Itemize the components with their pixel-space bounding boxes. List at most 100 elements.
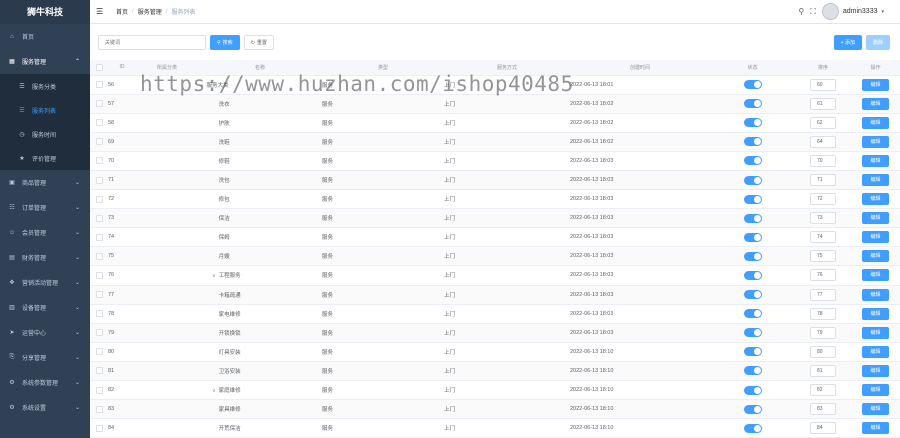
table-row[interactable]: 80 ∨灯具安装服务上门2022-06-13 18:10 80 编辑 [90, 342, 900, 362]
expand-icon[interactable]: ∨ [212, 388, 216, 394]
edit-button[interactable]: 编辑 [862, 250, 889, 263]
status-toggle[interactable] [743, 194, 762, 204]
row-checkbox[interactable] [95, 348, 103, 356]
sort-input[interactable]: 84 [810, 422, 836, 435]
sort-input[interactable]: 71 [810, 174, 836, 187]
status-toggle[interactable] [743, 270, 762, 280]
row-checkbox[interactable] [95, 176, 103, 184]
table-row[interactable]: 75 ∨月嫂服务上门2022-06-13 18:03 75 编辑 [90, 246, 900, 267]
search-icon[interactable]: ⚲ [798, 7, 804, 16]
status-toggle[interactable] [743, 347, 762, 357]
table-row[interactable]: 69 ∨洗鞋服务上门2022-06-13 18:02 64 编辑 [90, 132, 900, 152]
checkbox[interactable] [95, 63, 103, 71]
edit-button[interactable]: 编辑 [862, 135, 889, 148]
sidebar-subitem[interactable]: ★ 评价管理 [0, 146, 90, 170]
row-checkbox[interactable] [95, 252, 103, 260]
status-toggle[interactable] [743, 366, 762, 376]
sidebar-item[interactable]: ▥ 设备管理 ⌄ [0, 295, 90, 320]
row-checkbox[interactable] [95, 405, 103, 413]
table-row[interactable]: 70 ∨修鞋服务上门2022-06-13 18:03 70 编辑 [90, 151, 900, 171]
sidebar-item[interactable]: ☺ 会员管理 ⌄ [0, 220, 90, 245]
row-checkbox[interactable] [95, 329, 103, 337]
edit-button[interactable]: 编辑 [862, 116, 889, 129]
fullscreen-icon[interactable]: ⛶ [810, 7, 816, 17]
edit-button[interactable]: 编辑 [862, 384, 889, 397]
edit-button[interactable]: 编辑 [862, 269, 889, 282]
row-checkbox[interactable] [95, 100, 103, 108]
table-row[interactable]: 79 ∨开锁换锁服务上门2022-06-13 18:03 79 编辑 [90, 323, 900, 343]
row-checkbox[interactable] [95, 310, 103, 318]
table-row[interactable]: 76 ∨ 工程服务 服务 上门 2022-06-13 18:03 76 编辑 [90, 265, 900, 286]
row-checkbox[interactable] [95, 119, 103, 127]
table-row[interactable]: 81 ∨卫浴安装服务上门2022-06-13 18:10 81 编辑 [90, 361, 900, 382]
status-toggle[interactable] [743, 213, 762, 223]
sidebar-item[interactable]: ▤ 财务管理 ⌄ [0, 245, 90, 270]
status-toggle[interactable] [743, 80, 762, 90]
row-checkbox[interactable] [95, 233, 103, 241]
row-checkbox[interactable] [95, 386, 103, 394]
sort-input[interactable]: 81 [810, 364, 836, 377]
status-toggle[interactable] [743, 99, 762, 109]
sort-input[interactable]: 60 [810, 78, 836, 91]
sidebar-item[interactable]: ▣ 商品管理 ⌄ [0, 170, 90, 195]
reset-button[interactable]: ↻ 重置 [243, 35, 274, 50]
sort-input[interactable]: 82 [810, 384, 836, 397]
row-checkbox[interactable] [95, 214, 103, 222]
sidebar-item[interactable]: ⚙ 系统设置 ⌄ [0, 395, 90, 420]
status-toggle[interactable] [743, 156, 762, 166]
sort-input[interactable]: 74 [810, 231, 836, 244]
edit-button[interactable]: 编辑 [862, 231, 889, 244]
table-row[interactable]: 83 ∨家具维修服务上门2022-06-13 18:10 83 编辑 [90, 399, 900, 420]
sort-input[interactable]: 78 [810, 307, 836, 320]
edit-button[interactable]: 编辑 [862, 212, 889, 225]
row-checkbox[interactable] [95, 424, 103, 432]
edit-button[interactable]: 编辑 [862, 154, 889, 167]
table-row[interactable]: 73 ∨保洁服务上门2022-06-13 18:03 73 编辑 [90, 208, 900, 229]
table-row[interactable]: 71 ∨洗包服务上门2022-06-13 18:03 71 编辑 [90, 170, 900, 191]
table-row[interactable]: 84 ∨开荒保洁服务上门2022-06-13 18:10 84 编辑 [90, 418, 900, 438]
sort-input[interactable]: 79 [810, 326, 836, 339]
row-checkbox[interactable] [95, 157, 103, 165]
sort-input[interactable]: 72 [810, 193, 836, 206]
status-toggle[interactable] [743, 232, 762, 242]
status-toggle[interactable] [743, 385, 762, 395]
row-checkbox[interactable] [95, 271, 103, 279]
sort-input[interactable]: 73 [810, 212, 836, 225]
select-all-checkbox[interactable] [90, 60, 108, 76]
sort-input[interactable]: 64 [810, 135, 836, 148]
table-row[interactable]: 82 ∨ 家庭维修 服务 上门 2022-06-13 18:10 82 编辑 [90, 380, 900, 401]
table-row[interactable]: 56 ∨ 服务大类 服务 上门 2022-06-13 18:01 60 编辑 [90, 75, 900, 95]
status-toggle[interactable] [743, 118, 762, 128]
table-row[interactable]: 57 ∨洗衣服务上门2022-06-13 18:02 61 编辑 [90, 94, 900, 114]
status-toggle[interactable] [743, 137, 762, 147]
status-toggle[interactable] [743, 404, 762, 414]
table-row[interactable]: 78 ∨家电维修服务上门2022-06-13 18:03 78 编辑 [90, 304, 900, 324]
sort-input[interactable]: 61 [810, 97, 836, 110]
expand-icon[interactable]: ∨ [200, 83, 204, 89]
edit-button[interactable]: 编辑 [862, 307, 889, 320]
edit-button[interactable]: 编辑 [862, 364, 889, 377]
edit-button[interactable]: 编辑 [862, 326, 889, 339]
edit-button[interactable]: 编辑 [862, 97, 889, 110]
sort-input[interactable]: 77 [810, 288, 836, 301]
edit-button[interactable]: 编辑 [862, 403, 889, 416]
avatar[interactable] [821, 3, 839, 20]
row-checkbox[interactable] [95, 138, 103, 146]
sidebar-item[interactable]: ☷ 订单管理 ⌄ [0, 195, 90, 220]
delete-button[interactable]: 删除 [865, 35, 890, 50]
search-button[interactable]: ⚲ 搜索 [210, 35, 240, 50]
status-toggle[interactable] [743, 175, 762, 185]
status-toggle[interactable] [743, 309, 762, 319]
sidebar-item[interactable]: ⎘ 分享管理 ⌄ [0, 345, 90, 370]
row-checkbox[interactable] [95, 81, 103, 89]
search-input[interactable] [98, 35, 206, 50]
status-toggle[interactable] [743, 290, 762, 300]
breadcrumb-home[interactable]: 首页 [116, 7, 128, 16]
edit-button[interactable]: 编辑 [862, 78, 889, 91]
edit-button[interactable]: 编辑 [862, 288, 889, 301]
hamburger-icon[interactable]: ☰ [96, 7, 106, 16]
sidebar-item[interactable]: ⌂ 首页 [0, 24, 90, 49]
sidebar-item[interactable]: ❖ 营销活动管理 ⌄ [0, 270, 90, 295]
sidebar-item[interactable]: ⚙ 系统参数管理 ⌄ [0, 370, 90, 395]
row-checkbox[interactable] [95, 291, 103, 299]
